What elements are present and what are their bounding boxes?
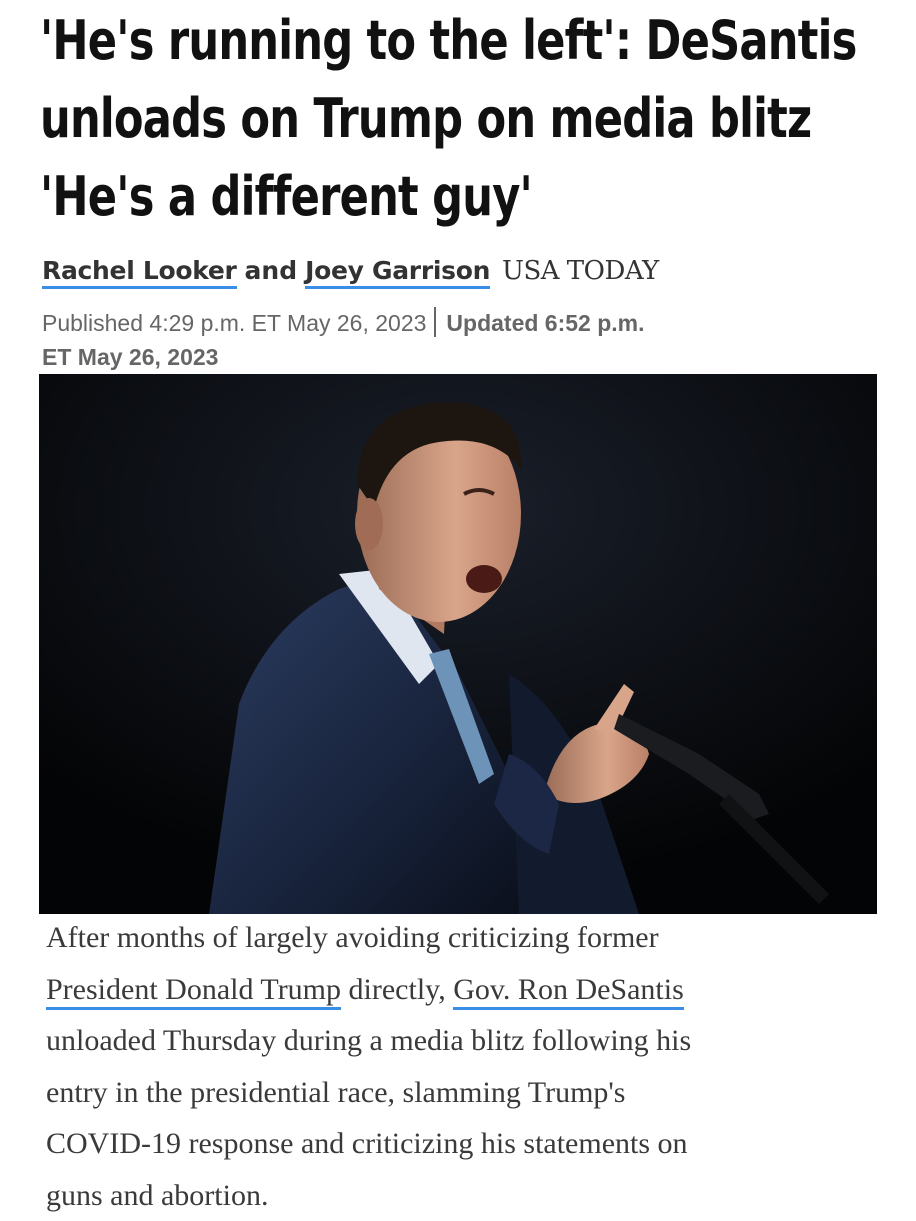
published-timestamp: Published 4:29 p.m. ET May 26, 2023 xyxy=(42,310,426,336)
body-line-4: entry in the presidential race, slamming… xyxy=(46,1067,866,1119)
body-line-6: guns and abortion. xyxy=(46,1170,866,1221)
body-line-3: unloaded Thursday during a media blitz f… xyxy=(46,1015,866,1067)
link-gov-ron-desantis[interactable]: Gov. Ron DeSantis xyxy=(453,973,684,1010)
link-president-donald-trump[interactable]: President Donald Trump xyxy=(46,973,341,1010)
author-link-rachel-looker[interactable]: Rachel Looker xyxy=(42,256,237,289)
dateline: Published 4:29 p.m. ET May 26, 2023 Updat… xyxy=(42,306,872,374)
author-joiner: and xyxy=(245,256,298,285)
body-line-2: President Donald Trump directly, Gov. Ro… xyxy=(46,964,866,1016)
headline-line-2: unloads on Trump on media blitz xyxy=(40,80,728,158)
headline: 'He's running to the left': DeSantis unl… xyxy=(40,2,728,236)
body-line-5: COVID-19 response and criticizing his st… xyxy=(46,1118,866,1170)
updated-timestamp: Updated 6:52 p.m. xyxy=(446,310,644,336)
updated-timestamp-date: ET May 26, 2023 xyxy=(42,344,218,370)
dateline-divider xyxy=(434,307,436,337)
body-line-2-text: directly, xyxy=(341,973,453,1006)
byline: Rachel Looker and Joey Garrison USA TODA… xyxy=(42,254,902,288)
body-line-1: After months of largely avoiding critici… xyxy=(46,912,866,964)
article-photo xyxy=(39,374,877,914)
author-link-joey-garrison[interactable]: Joey Garrison xyxy=(305,256,490,289)
publication-source: USA TODAY xyxy=(502,256,659,286)
headline-line-1: 'He's running to the left': DeSantis xyxy=(40,2,728,80)
speaker-photo-illustration xyxy=(39,374,877,914)
article-body: After months of largely avoiding critici… xyxy=(46,912,866,1221)
headline-line-3: 'He's a different guy' xyxy=(40,158,728,236)
